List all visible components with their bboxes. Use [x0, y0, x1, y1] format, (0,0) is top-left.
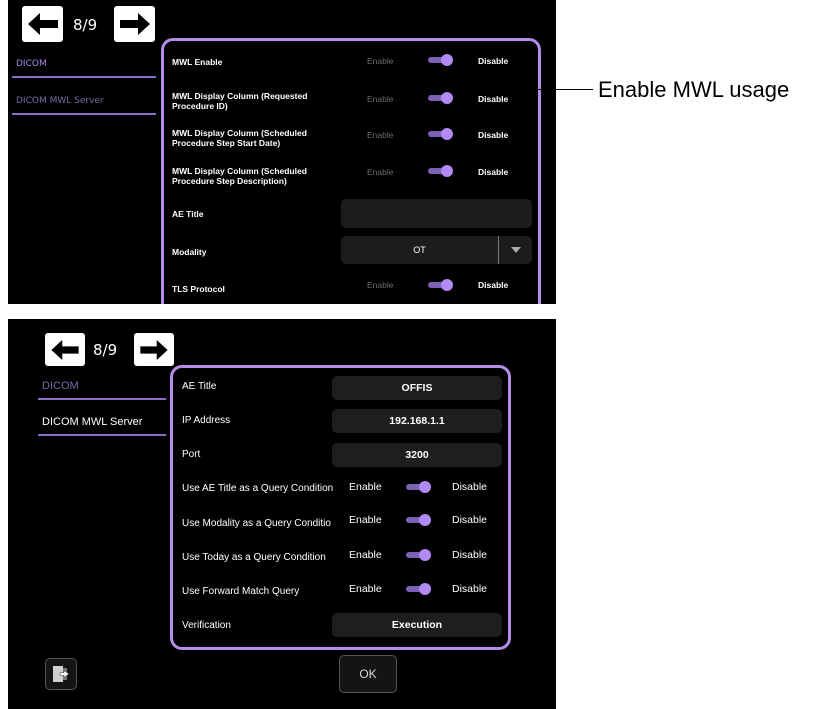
settings-panel — [170, 365, 511, 650]
chevron-down-icon[interactable] — [498, 236, 532, 264]
sidebar-item-dicom[interactable]: DICOM — [38, 380, 166, 392]
ok-button[interactable]: OK — [339, 655, 397, 693]
use-forward-match-toggle[interactable] — [406, 583, 431, 595]
disable-option[interactable]: Disable — [478, 94, 508, 104]
enable-option[interactable]: Enable — [367, 280, 393, 290]
enable-option[interactable]: Enable — [367, 130, 393, 140]
sidebar-item-dicom-mwl-server[interactable]: DICOM MWL Server — [12, 96, 156, 106]
disable-option[interactable]: Disable — [452, 481, 487, 493]
verification-execution-button[interactable]: Execution — [332, 613, 502, 637]
callout-enable-mwl-usage: Enable MWL usage — [598, 77, 790, 102]
sidebar-divider — [12, 113, 156, 115]
enable-option[interactable]: Enable — [367, 167, 393, 177]
enable-option[interactable]: Enable — [349, 481, 382, 493]
sidebar-item-dicom[interactable]: DICOM — [12, 59, 156, 69]
ae-title-label: AE Title — [182, 381, 217, 392]
arrow-left-icon — [51, 339, 79, 360]
disable-option[interactable]: Disable — [478, 280, 508, 290]
next-page-button[interactable] — [134, 333, 174, 366]
arrow-right-icon — [140, 339, 168, 360]
disable-option[interactable]: Disable — [452, 514, 487, 526]
arrow-right-icon — [119, 13, 150, 35]
ok-label: OK — [359, 667, 377, 681]
enable-option[interactable]: Enable — [367, 56, 393, 66]
modality-value: OT — [413, 245, 426, 255]
modality-label: Modality — [172, 247, 207, 257]
mwl-display-description-toggle[interactable] — [428, 165, 453, 177]
disable-option[interactable]: Disable — [452, 583, 487, 595]
mwl-enable-label: MWL Enable — [172, 57, 223, 67]
disable-option[interactable]: Disable — [478, 167, 508, 177]
enable-option[interactable]: Enable — [349, 514, 382, 526]
page-indicator: 8/9 — [93, 341, 118, 359]
prev-page-button[interactable] — [45, 333, 85, 366]
page-indicator: 8/9 — [73, 16, 98, 34]
verification-label: Verification — [182, 620, 231, 631]
sidebar-divider — [38, 398, 166, 400]
disable-option[interactable]: Disable — [478, 56, 508, 66]
use-ae-title-query-label: Use AE Title as a Query Condition — [182, 483, 334, 494]
callout-leader-line — [441, 68, 442, 90]
enable-option[interactable]: Enable — [349, 583, 382, 595]
tls-protocol-toggle[interactable] — [428, 279, 453, 291]
prev-page-button[interactable] — [22, 6, 63, 42]
sidebar-divider — [38, 434, 166, 436]
port-input[interactable]: 3200 — [332, 443, 502, 467]
ae-title-label: AE Title — [172, 209, 204, 219]
mwl-display-requested-id-toggle[interactable] — [428, 92, 453, 104]
mwl-display-description-label: MWL Display Column (Scheduled Procedure … — [172, 166, 307, 186]
ip-address-label: IP Address — [182, 415, 231, 426]
disable-option[interactable]: Disable — [478, 130, 508, 140]
sidebar-divider — [12, 76, 156, 78]
enable-option[interactable]: Enable — [349, 549, 382, 561]
tls-protocol-label: TLS Protocol — [172, 284, 225, 294]
disable-option[interactable]: Disable — [452, 549, 487, 561]
callout-leader-line — [439, 89, 593, 90]
use-today-query-label: Use Today as a Query Condition — [182, 552, 326, 563]
exit-button[interactable] — [45, 658, 77, 690]
port-label: Port — [182, 449, 201, 460]
callout-leader-line — [437, 68, 438, 90]
mwl-display-start-date-label: MWL Display Column (Scheduled Procedure … — [172, 128, 307, 148]
use-today-query-toggle[interactable] — [406, 549, 431, 561]
next-page-button[interactable] — [114, 6, 155, 42]
exit-door-icon — [53, 666, 70, 682]
arrow-left-icon — [27, 13, 58, 35]
ae-title-input[interactable]: OFFIS — [332, 376, 502, 400]
use-modality-query-toggle[interactable] — [406, 514, 431, 526]
mwl-enable-toggle[interactable] — [428, 54, 453, 66]
use-forward-match-label: Use Forward Match Query — [182, 586, 300, 597]
settings-screen-dicom-mwl-server: 8/9 DICOM DICOM MWL Server AE Title OFFI… — [8, 319, 556, 709]
settings-screen-dicom: 8/9 DICOM DICOM MWL Server MWL Enable En… — [8, 0, 556, 304]
ae-title-input[interactable] — [341, 199, 532, 228]
use-ae-title-query-toggle[interactable] — [406, 481, 431, 493]
ip-address-input[interactable]: 192.168.1.1 — [332, 409, 502, 433]
enable-option[interactable]: Enable — [367, 94, 393, 104]
mwl-display-requested-id-label: MWL Display Column (Requested Procedure … — [172, 91, 308, 111]
mwl-display-start-date-toggle[interactable] — [428, 128, 453, 140]
sidebar-item-dicom-mwl-server[interactable]: DICOM MWL Server — [38, 416, 166, 428]
use-modality-query-label: Use Modality as a Query Conditio — [182, 518, 331, 529]
modality-select[interactable]: OT — [341, 236, 532, 264]
